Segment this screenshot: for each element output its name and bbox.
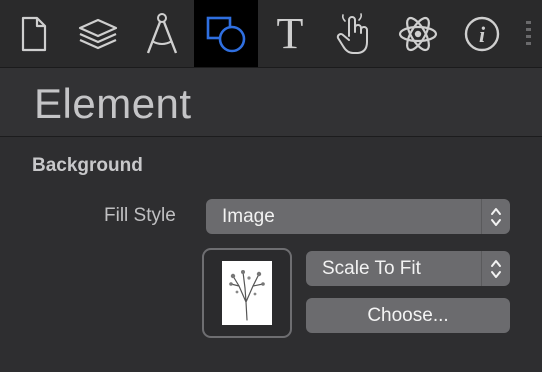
image-well[interactable] <box>202 248 292 338</box>
layers-icon <box>78 18 118 49</box>
updown-chevron-icon <box>481 251 510 286</box>
fill-style-value: Image <box>222 205 275 227</box>
scale-mode-select[interactable]: Scale To Fit <box>306 251 510 286</box>
fill-style-label: Fill Style <box>104 205 176 226</box>
document-tool[interactable] <box>2 0 66 67</box>
layers-tool[interactable] <box>66 0 130 67</box>
info-tool[interactable]: i <box>450 0 514 67</box>
toolbar-overflow-handle[interactable] <box>514 0 542 67</box>
compass-icon <box>146 12 178 53</box>
compass-tool[interactable] <box>130 0 194 67</box>
atom-icon <box>398 16 438 51</box>
interaction-tool[interactable] <box>322 0 386 67</box>
scale-mode-value: Scale To Fit <box>322 257 421 279</box>
info-icon: i <box>464 16 500 51</box>
more-handle-icon <box>526 20 531 45</box>
image-thumbnail <box>222 261 272 325</box>
shapes-tool[interactable] <box>194 0 258 67</box>
fill-style-select[interactable]: Image <box>206 199 510 234</box>
updown-chevron-icon <box>481 199 510 234</box>
physics-tool[interactable] <box>386 0 450 67</box>
svg-text:i: i <box>479 22 486 47</box>
inspector-toolbar: T i <box>0 0 542 68</box>
hand-pointer-icon <box>336 12 368 54</box>
text-tool[interactable]: T <box>258 0 322 67</box>
section-title-background: Background <box>32 155 143 176</box>
inspector-header: Element <box>0 68 542 137</box>
page-title: Element <box>34 80 192 127</box>
text-tool-icon: T <box>276 8 304 58</box>
shapes-icon <box>206 16 246 52</box>
plant-icon <box>229 270 265 321</box>
choose-image-button[interactable]: Choose... <box>306 298 510 333</box>
document-icon <box>21 16 47 51</box>
